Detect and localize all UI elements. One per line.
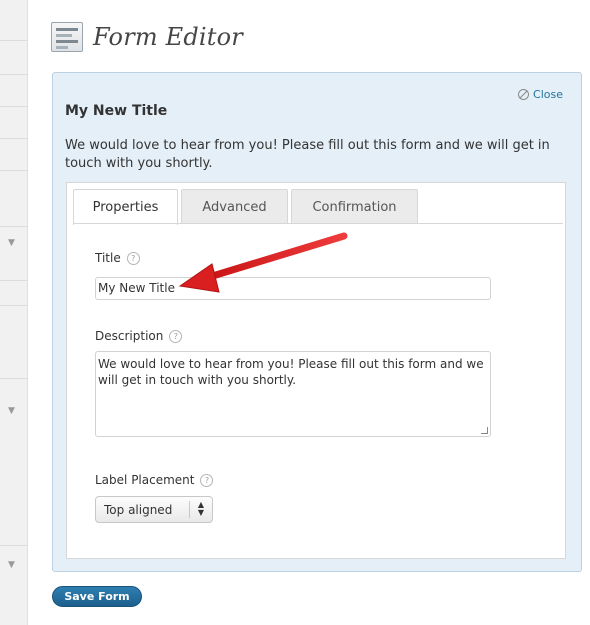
help-icon[interactable]: ? xyxy=(169,329,183,343)
sidebar-divider xyxy=(0,106,28,107)
sidebar-divider xyxy=(0,305,28,306)
form-description: We would love to hear from you! Please f… xyxy=(65,138,550,171)
title-input[interactable]: My New Title xyxy=(95,277,491,300)
tab-confirmation[interactable]: Confirmation xyxy=(291,189,418,224)
chevron-down-icon[interactable]: ▼ xyxy=(8,560,15,570)
admin-sidebar: ▼ ▼ ▼ xyxy=(0,0,38,625)
description-text: We would love to hear from you! Please f… xyxy=(98,357,484,387)
form-title: My New Title xyxy=(65,103,168,119)
tab-bar: Properties Advanced Confirmation xyxy=(73,189,421,225)
sidebar-strip xyxy=(0,0,28,625)
description-field-label: Description ? xyxy=(95,329,183,343)
page-title: Form Editor xyxy=(93,23,243,51)
description-textarea[interactable]: We would love to hear from you! Please f… xyxy=(95,351,491,437)
description-label-text: Description xyxy=(95,329,164,343)
sidebar-divider xyxy=(0,545,28,546)
chevron-down-icon[interactable]: ▼ xyxy=(8,238,15,248)
sidebar-divider xyxy=(0,170,28,171)
tab-divider xyxy=(73,223,563,224)
selected-option: Top aligned xyxy=(104,502,173,517)
sidebar-divider xyxy=(0,280,28,281)
help-icon[interactable]: ? xyxy=(200,473,214,487)
chevron-down-icon[interactable]: ▼ xyxy=(8,406,15,416)
label-placement-select[interactable]: Top aligned ▲ ▼ xyxy=(95,496,213,523)
sidebar-divider xyxy=(0,138,28,139)
close-button[interactable]: Close xyxy=(518,88,563,101)
tab-properties[interactable]: Properties xyxy=(73,189,178,225)
save-form-button[interactable]: Save Form xyxy=(52,586,142,607)
sidebar-divider xyxy=(0,40,28,41)
title-field-label: Title ? xyxy=(95,251,140,265)
tab-label: Confirmation xyxy=(312,199,397,215)
page-header: Form Editor xyxy=(51,22,243,52)
close-label: Close xyxy=(533,88,563,101)
label-placement-label-text: Label Placement xyxy=(95,473,195,487)
tab-label: Properties xyxy=(92,200,159,215)
sidebar-divider xyxy=(0,226,28,227)
properties-panel: Properties Advanced Confirmation Title ?… xyxy=(66,182,566,559)
form-editor-panel: Close My New Title We would love to hear… xyxy=(52,72,582,572)
help-icon[interactable]: ? xyxy=(126,251,140,265)
sidebar-divider xyxy=(0,74,28,75)
label-placement-field-label: Label Placement ? xyxy=(95,473,214,487)
close-icon xyxy=(518,89,530,100)
title-label-text: Title xyxy=(95,251,121,265)
sidebar-divider xyxy=(0,378,28,379)
tab-label: Advanced xyxy=(202,199,267,215)
up-down-arrows-icon: ▲ ▼ xyxy=(197,500,204,517)
select-divider xyxy=(189,501,190,518)
tab-advanced[interactable]: Advanced xyxy=(181,189,288,224)
form-icon xyxy=(51,22,83,52)
resize-handle[interactable] xyxy=(481,427,488,434)
